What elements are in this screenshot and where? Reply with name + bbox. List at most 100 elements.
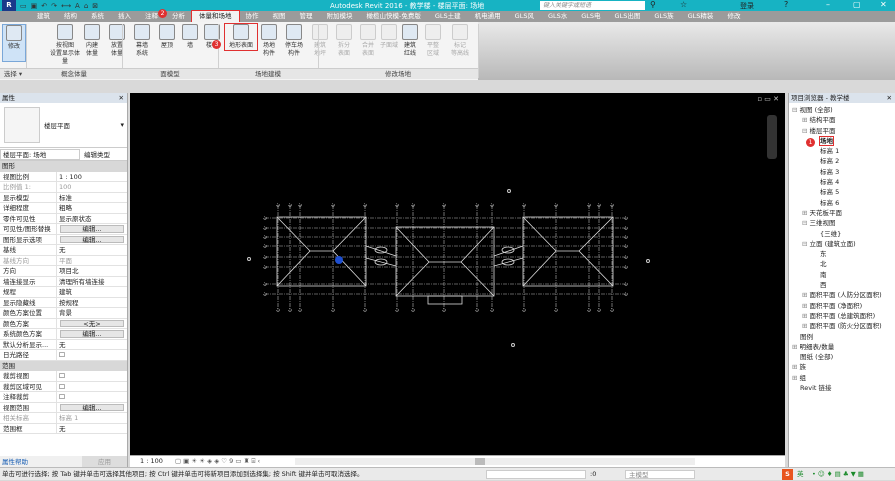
view-control-icons[interactable]: ▢ ▣ ☀ ☀ ◈ ◈ ♡ 9 ▭ ♜ ⌸ ‹	[165, 457, 260, 465]
ribbon-button-3[interactable]: 放置 体量	[105, 24, 129, 58]
ribbon-button-8[interactable]: 地形表面	[224, 23, 258, 51]
search-input[interactable]: 键入关键字或短语	[540, 1, 645, 10]
ribbon-button-2[interactable]: 内建 体量	[80, 24, 104, 58]
ime-logo-icon[interactable]: S	[782, 469, 793, 480]
tab-0[interactable]: 建筑	[30, 11, 57, 22]
ribbon-button-0[interactable]: 修改	[2, 24, 26, 62]
browser-item[interactable]: 场地	[789, 135, 895, 146]
design-option-dropdown[interactable]: 主模型	[625, 470, 695, 479]
view-window-controls[interactable]: ▫ ▭ ✕	[757, 95, 779, 103]
property-value[interactable]: 清理所有墙连接	[57, 277, 127, 287]
expand-icon[interactable]: ⊞	[792, 374, 800, 382]
ime-language[interactable]: 英	[797, 468, 804, 481]
browser-item[interactable]: 标高 5	[789, 187, 895, 197]
expand-icon[interactable]: ⊞	[792, 343, 800, 351]
browser-item[interactable]: ⊞ 面积平面 (总建筑面积)	[789, 311, 895, 321]
tab-11[interactable]: 橄榄山快模-免费版	[360, 11, 428, 22]
favorites-icon[interactable]: ☆	[680, 0, 687, 9]
browser-item[interactable]: ⊟ 立面 (建筑立面)	[789, 239, 895, 249]
browser-item[interactable]: {三维}	[789, 229, 895, 239]
expand-icon[interactable]: ⊞	[802, 322, 810, 330]
tab-15[interactable]: GLS水	[541, 11, 574, 22]
browser-item[interactable]: ⊞ 面积平面 (人防分区面积)	[789, 290, 895, 300]
browser-item[interactable]: ⊟ 视图 (全部)	[789, 105, 895, 115]
ribbon-button-17[interactable]: 标记 等高线	[448, 24, 472, 58]
drawing-canvas[interactable]: ▫ ▭ ✕	[130, 93, 785, 455]
instance-selector[interactable]: 楼层平面: 场地	[0, 148, 80, 160]
expand-icon[interactable]: ⊞	[802, 209, 810, 217]
property-value[interactable]: 标准	[57, 193, 127, 203]
tab-19[interactable]: GLS精装	[681, 11, 721, 22]
expand-icon[interactable]: ⊟	[792, 106, 800, 114]
browser-item[interactable]: 南	[789, 270, 895, 280]
apply-button[interactable]: 应用	[82, 456, 127, 467]
ribbon-button-10[interactable]: 停车场 构件	[282, 24, 306, 58]
help-icon[interactable]: ?	[784, 0, 788, 9]
browser-item[interactable]: 标高 4	[789, 177, 895, 187]
tab-13[interactable]: 机电通用	[468, 11, 508, 22]
browser-item[interactable]: ⊞ 结构平面	[789, 115, 895, 125]
browser-item[interactable]: ⊞ 明细表/数量	[789, 342, 895, 352]
tab-7[interactable]: 协作	[239, 11, 266, 22]
edit-type-button[interactable]: 编辑类型	[84, 149, 110, 159]
tab-1[interactable]: 结构	[57, 11, 84, 22]
property-value[interactable]: 显示原状态	[57, 214, 127, 224]
browser-item[interactable]: 北	[789, 259, 895, 269]
property-edit-button[interactable]: 编辑...	[60, 403, 124, 411]
workset-dropdown[interactable]	[486, 470, 586, 479]
close-button[interactable]: ✕	[880, 0, 887, 9]
maximize-button[interactable]: ▢	[853, 0, 861, 9]
browser-item[interactable]: ⊟ 楼层平面	[789, 126, 895, 136]
property-value[interactable]: 平面	[57, 256, 127, 266]
property-value[interactable]: ☐	[57, 382, 127, 392]
tab-3[interactable]: 插入	[111, 11, 138, 22]
expand-icon[interactable]: ⊞	[792, 363, 800, 371]
horizontal-scrollbar[interactable]	[295, 458, 695, 465]
tab-17[interactable]: GLS出图	[608, 11, 648, 22]
property-edit-button[interactable]: 编辑...	[60, 330, 124, 338]
property-value[interactable]: ☐	[57, 371, 127, 381]
navigation-bar[interactable]	[767, 115, 777, 159]
tab-16[interactable]: GLS电	[574, 11, 607, 22]
property-value[interactable]: 1 : 100	[57, 172, 127, 182]
minimize-button[interactable]: –	[826, 0, 830, 9]
measure-icon[interactable]: ⟷	[61, 2, 71, 10]
open-icon[interactable]: ▭	[20, 2, 27, 10]
browser-item[interactable]: 标高 3	[789, 167, 895, 177]
browser-item[interactable]: 图纸 (全部)	[789, 352, 895, 362]
expand-icon[interactable]: ⊟	[802, 127, 810, 135]
ime-tool-icons[interactable]: • ☺ ♦ ▤ ♣ ▼ ▦	[812, 468, 864, 481]
expand-icon[interactable]: ⊞	[802, 302, 810, 310]
browser-item[interactable]: 东	[789, 249, 895, 259]
ribbon-button-9[interactable]: 场地 构件	[257, 24, 281, 58]
section-graphics[interactable]: 图形	[0, 161, 127, 172]
browser-item[interactable]: ⊞ 组	[789, 373, 895, 383]
browser-item[interactable]: 图例	[789, 332, 895, 342]
app-menu-button[interactable]: R	[2, 0, 16, 11]
redo-icon[interactable]: ↷	[51, 2, 57, 10]
ribbon-button-6[interactable]: 墙	[178, 24, 202, 50]
property-edit-button[interactable]: <无>	[60, 319, 124, 327]
tab-18[interactable]: GLS族	[647, 11, 680, 22]
tab-10[interactable]: 附加模块	[320, 11, 360, 22]
property-value[interactable]: 项目北	[57, 266, 127, 276]
close-icon[interactable]: ✕	[119, 93, 124, 103]
3d-view-icon[interactable]: ⌂	[84, 2, 88, 10]
save-icon[interactable]: ▣	[31, 2, 38, 10]
text-icon[interactable]: A	[75, 2, 80, 10]
ribbon-button-12[interactable]: 拆分 表面	[332, 24, 356, 58]
property-value[interactable]: 100	[57, 182, 127, 192]
login-button[interactable]: 登录	[740, 1, 754, 11]
expand-icon[interactable]: ⊟	[802, 240, 810, 248]
expand-icon[interactable]: ⊞	[802, 291, 810, 299]
property-value[interactable]: 无	[57, 340, 127, 350]
browser-item[interactable]: 标高 2	[789, 156, 895, 166]
browser-item[interactable]: ⊟ 三维视图	[789, 218, 895, 228]
type-selector[interactable]: 楼层平面 ▾	[0, 103, 127, 148]
property-value[interactable]: 按规程	[57, 298, 127, 308]
property-value[interactable]: 粗略	[57, 203, 127, 213]
undo-icon[interactable]: ↶	[41, 2, 47, 10]
property-value[interactable]: ☐	[57, 392, 127, 402]
browser-item[interactable]: ⊞ 面积平面 (净面积)	[789, 301, 895, 311]
property-value[interactable]: 背景	[57, 308, 127, 318]
